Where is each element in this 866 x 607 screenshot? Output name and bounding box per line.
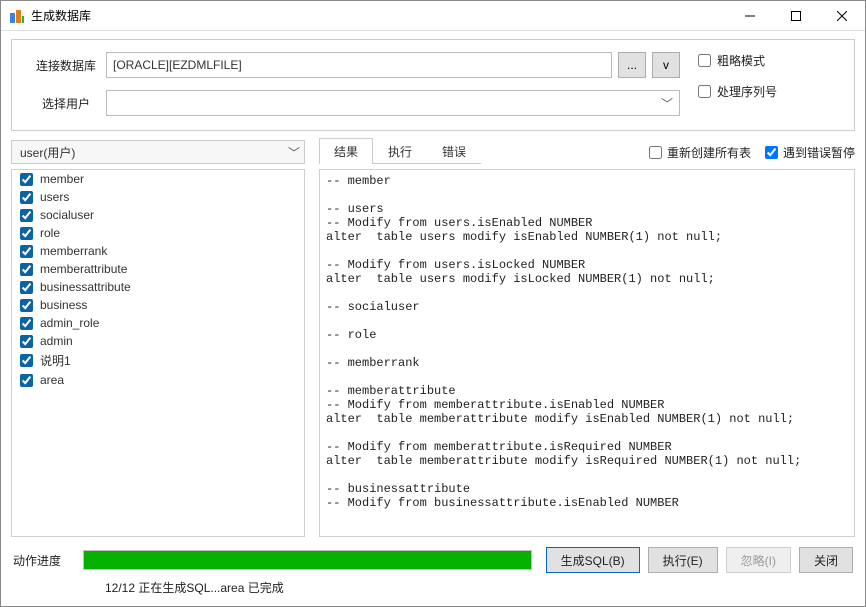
list-item[interactable]: admin bbox=[12, 332, 304, 350]
user-label: 选择用户 bbox=[26, 95, 106, 112]
table-name: business bbox=[40, 298, 87, 312]
chevron-down-icon: ﹀ bbox=[659, 95, 675, 112]
titlebar: 生成数据库 bbox=[1, 1, 865, 31]
table-name: users bbox=[40, 190, 69, 204]
process-seq-checkbox[interactable] bbox=[698, 85, 711, 98]
db-browse-button[interactable]: ... bbox=[618, 52, 646, 78]
rough-mode-label: 粗略模式 bbox=[717, 52, 765, 69]
table-name: memberattribute bbox=[40, 262, 127, 276]
table-checkbox[interactable] bbox=[20, 354, 33, 367]
list-item[interactable]: area bbox=[12, 371, 304, 389]
recreate-all-label: 重新创建所有表 bbox=[667, 144, 751, 161]
close-button[interactable] bbox=[819, 1, 865, 31]
pause-on-error-checkbox[interactable] bbox=[765, 146, 778, 159]
table-checkbox[interactable] bbox=[20, 374, 33, 387]
table-checkbox[interactable] bbox=[20, 245, 33, 258]
config-panel: 连接数据库 [ORACLE][EZDMLFILE] ... v 选择用户 ﹀ 粗… bbox=[11, 39, 855, 131]
progress-bar bbox=[83, 550, 532, 570]
entity-dropdown[interactable]: user(用户) ﹀ bbox=[11, 140, 305, 164]
table-name: memberrank bbox=[40, 244, 107, 258]
list-item[interactable]: memberattribute bbox=[12, 260, 304, 278]
result-tabs: 结果 执行 错误 bbox=[319, 140, 481, 164]
list-item[interactable]: business bbox=[12, 296, 304, 314]
table-name: 说明1 bbox=[40, 352, 71, 369]
table-name: businessattribute bbox=[40, 280, 131, 294]
db-input[interactable]: [ORACLE][EZDMLFILE] bbox=[106, 52, 612, 78]
list-item[interactable]: users bbox=[12, 188, 304, 206]
table-list[interactable]: member users socialuser role memberrank membe… bbox=[11, 169, 305, 537]
table-name: admin bbox=[40, 334, 73, 348]
app-icon bbox=[9, 8, 25, 24]
db-dropdown-button[interactable]: v bbox=[652, 52, 680, 78]
table-checkbox[interactable] bbox=[20, 191, 33, 204]
progress-status: 12/12 正在生成SQL...area 已完成 bbox=[105, 579, 853, 596]
table-checkbox[interactable] bbox=[20, 227, 33, 240]
process-seq-label: 处理序列号 bbox=[717, 83, 777, 100]
chevron-down-icon: ﹀ bbox=[288, 144, 300, 161]
close-dialog-button[interactable]: 关闭 bbox=[799, 547, 853, 573]
table-name: member bbox=[40, 172, 84, 186]
table-name: socialuser bbox=[40, 208, 94, 222]
list-item[interactable]: role bbox=[12, 224, 304, 242]
maximize-button[interactable] bbox=[773, 1, 819, 31]
progress-label: 动作进度 bbox=[13, 552, 83, 569]
list-item[interactable]: socialuser bbox=[12, 206, 304, 224]
recreate-all-checkbox[interactable] bbox=[649, 146, 662, 159]
table-checkbox[interactable] bbox=[20, 263, 33, 276]
list-item[interactable]: member bbox=[12, 170, 304, 188]
list-item[interactable]: 说明1 bbox=[12, 350, 304, 371]
tab-execute[interactable]: 执行 bbox=[373, 138, 427, 164]
list-item[interactable]: admin_role bbox=[12, 314, 304, 332]
table-checkbox[interactable] bbox=[20, 299, 33, 312]
table-checkbox[interactable] bbox=[20, 281, 33, 294]
table-checkbox[interactable] bbox=[20, 317, 33, 330]
pause-on-error-label: 遇到错误暂停 bbox=[783, 144, 855, 161]
table-checkbox[interactable] bbox=[20, 173, 33, 186]
rough-mode-checkbox[interactable] bbox=[698, 54, 711, 67]
execute-button[interactable]: 执行(E) bbox=[648, 547, 718, 573]
gensql-button[interactable]: 生成SQL(B) bbox=[546, 547, 640, 573]
user-select[interactable]: ﹀ bbox=[106, 90, 680, 116]
list-item[interactable]: businessattribute bbox=[12, 278, 304, 296]
tab-result[interactable]: 结果 bbox=[319, 138, 373, 164]
table-name: admin_role bbox=[40, 316, 99, 330]
ignore-button: 忽略(I) bbox=[726, 547, 791, 573]
db-label: 连接数据库 bbox=[26, 57, 106, 74]
list-item[interactable]: memberrank bbox=[12, 242, 304, 260]
window-title: 生成数据库 bbox=[31, 7, 727, 24]
table-checkbox[interactable] bbox=[20, 209, 33, 222]
output-pane[interactable]: -- member -- users -- Modify from users.… bbox=[319, 169, 855, 537]
table-checkbox[interactable] bbox=[20, 335, 33, 348]
minimize-button[interactable] bbox=[727, 1, 773, 31]
tab-error[interactable]: 错误 bbox=[427, 138, 481, 164]
table-name: area bbox=[40, 373, 64, 387]
table-name: role bbox=[40, 226, 60, 240]
